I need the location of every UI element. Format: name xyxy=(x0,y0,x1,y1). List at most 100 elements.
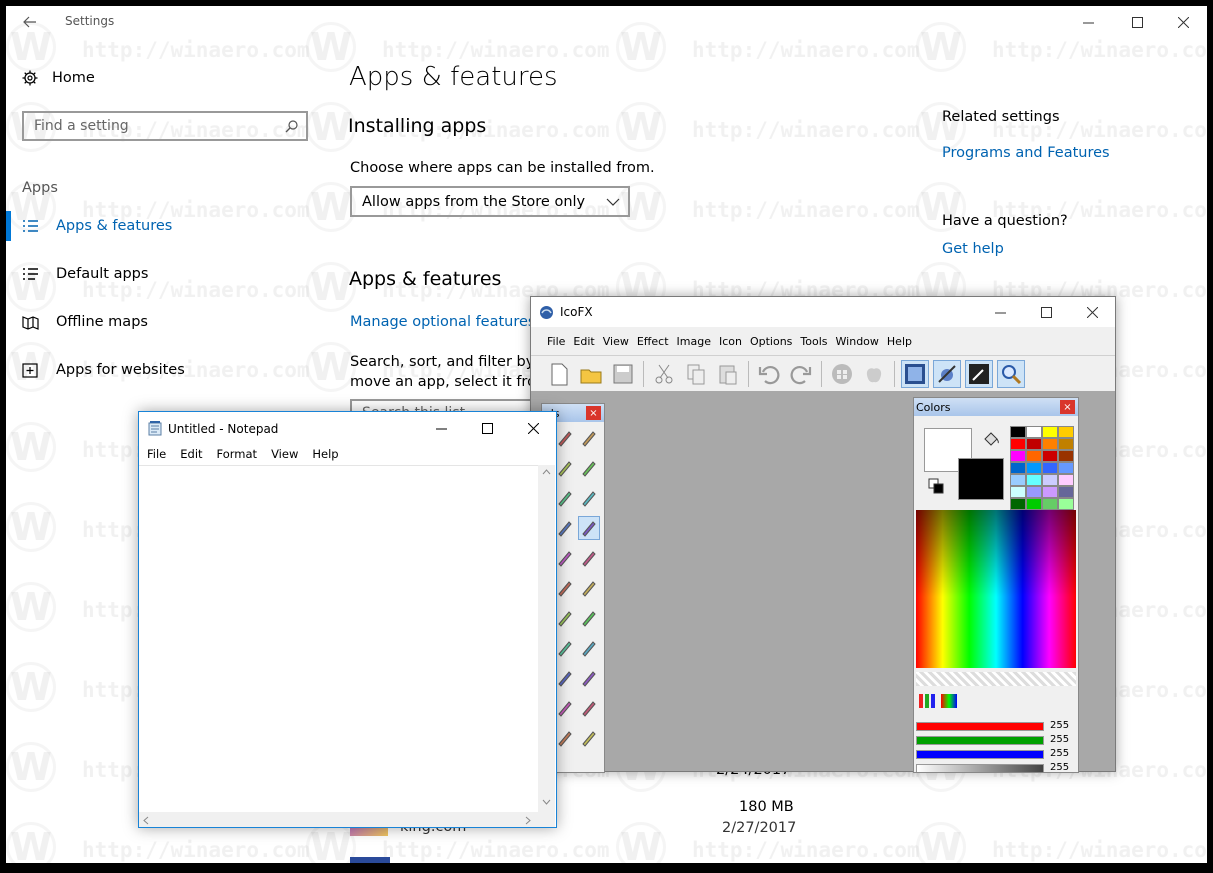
nav-item-default-apps[interactable]: Default apps xyxy=(6,254,306,294)
scroll-right-icon[interactable] xyxy=(525,816,531,825)
palette-swatch[interactable] xyxy=(1058,450,1074,462)
notepad-menu-help[interactable]: Help xyxy=(312,447,338,461)
scroll-down-icon[interactable] xyxy=(542,799,551,805)
secondary-color-swatch[interactable] xyxy=(958,458,1004,500)
manage-optional-features-link[interactable]: Manage optional features xyxy=(350,314,535,330)
home-nav-item[interactable]: Home xyxy=(6,62,306,94)
redo-button[interactable] xyxy=(787,360,815,388)
eraser-tool[interactable] xyxy=(578,456,600,480)
find-setting-search[interactable]: Find a setting xyxy=(22,111,308,141)
icofx-menu-view[interactable]: View xyxy=(603,335,629,351)
palette-swatch[interactable] xyxy=(1042,474,1058,486)
cut-button[interactable] xyxy=(650,360,678,388)
get-help-link[interactable]: Get help xyxy=(942,241,1004,257)
palette-swatch[interactable] xyxy=(1058,498,1074,510)
icofx-menu-icon[interactable]: Icon xyxy=(719,335,742,351)
icofx-minimize-button[interactable] xyxy=(977,297,1023,327)
alpha-strip[interactable] xyxy=(916,672,1076,686)
screen-capture-button[interactable] xyxy=(965,360,993,388)
icon-editor-button[interactable] xyxy=(901,360,929,388)
icofx-menu-file[interactable]: File xyxy=(547,335,565,351)
rgb-bars-icon[interactable] xyxy=(918,692,936,710)
icofx-close-button[interactable] xyxy=(1069,297,1115,327)
windows-logo-button[interactable] xyxy=(828,360,856,388)
extract-button[interactable] xyxy=(933,360,961,388)
palette-swatch[interactable] xyxy=(1042,438,1058,450)
tools-panel-close[interactable]: × xyxy=(586,406,601,420)
palette-swatch[interactable] xyxy=(1026,426,1042,438)
horizontal-scrollbar[interactable] xyxy=(139,812,538,827)
palette-swatch[interactable] xyxy=(1026,462,1042,474)
palette-swatch[interactable] xyxy=(1026,474,1042,486)
red-slider[interactable] xyxy=(916,722,1044,731)
brush-tool[interactable] xyxy=(554,516,576,540)
size-grip[interactable] xyxy=(538,812,555,827)
nav-item-offline-maps[interactable]: Offline maps xyxy=(6,302,306,342)
palette-swatch[interactable] xyxy=(1010,462,1026,474)
swap-colors-icon[interactable] xyxy=(928,478,946,496)
notepad-menu-file[interactable]: File xyxy=(147,447,166,461)
palette-swatch[interactable] xyxy=(1026,498,1042,510)
palette-swatch[interactable] xyxy=(1026,438,1042,450)
pencil-tool[interactable] xyxy=(578,516,600,540)
icofx-menu-effect[interactable]: Effect xyxy=(637,335,669,351)
palette-swatch[interactable] xyxy=(1042,450,1058,462)
close-button[interactable] xyxy=(1160,6,1206,38)
palette-swatch[interactable] xyxy=(1042,498,1058,510)
notepad-menu-format[interactable]: Format xyxy=(217,447,258,461)
programs-and-features-link[interactable]: Programs and Features xyxy=(942,145,1110,161)
nav-item-apps-features[interactable]: Apps & features xyxy=(6,206,306,246)
marquee-tool[interactable] xyxy=(554,426,576,450)
bucket-tool[interactable] xyxy=(554,486,576,510)
copy-button[interactable] xyxy=(682,360,710,388)
colors-panel-close[interactable]: × xyxy=(1060,400,1075,414)
scroll-up-icon[interactable] xyxy=(542,469,551,475)
open-folder-button[interactable] xyxy=(577,360,605,388)
fill-rect-tool[interactable] xyxy=(554,576,576,600)
dodge-tool[interactable] xyxy=(554,606,576,630)
notepad-menu-view[interactable]: View xyxy=(271,447,298,461)
save-button[interactable] xyxy=(609,360,637,388)
palette-swatch[interactable] xyxy=(1058,426,1074,438)
notepad-minimize-button[interactable] xyxy=(418,412,464,444)
redo-tool[interactable] xyxy=(578,726,600,750)
install-source-dropdown[interactable]: Allow apps from the Store only xyxy=(350,186,630,217)
palette-swatch[interactable] xyxy=(1010,486,1026,498)
palette-swatch[interactable] xyxy=(1010,438,1026,450)
notepad-menu-edit[interactable]: Edit xyxy=(180,447,202,461)
icofx-menu-options[interactable]: Options xyxy=(750,335,792,351)
apple-logo-button[interactable] xyxy=(860,360,888,388)
shape-tool[interactable] xyxy=(554,726,576,750)
nav-item-apps-for-websites[interactable]: Apps for websites xyxy=(6,350,306,390)
palette-swatch[interactable] xyxy=(1010,450,1026,462)
color-spectrum[interactable] xyxy=(916,510,1076,668)
palette-swatch[interactable] xyxy=(1026,486,1042,498)
maximize-button[interactable] xyxy=(1114,6,1160,38)
palette-swatch[interactable] xyxy=(1010,474,1026,486)
blur-tool[interactable] xyxy=(578,666,600,690)
palette-swatch[interactable] xyxy=(1010,426,1026,438)
picker-tool[interactable] xyxy=(554,636,576,660)
icofx-maximize-button[interactable] xyxy=(1023,297,1069,327)
palette-swatch[interactable] xyxy=(1042,462,1058,474)
minimize-button[interactable] xyxy=(1065,6,1111,38)
scroll-left-icon[interactable] xyxy=(143,816,149,825)
crop-tool[interactable] xyxy=(578,426,600,450)
paste-button[interactable] xyxy=(714,360,742,388)
alpha-slider[interactable] xyxy=(916,764,1044,772)
palette-swatch[interactable] xyxy=(1042,426,1058,438)
palette-swatch[interactable] xyxy=(1010,498,1026,510)
blue-slider[interactable] xyxy=(916,750,1044,759)
palette-swatch[interactable] xyxy=(1058,462,1074,474)
notepad-close-button[interactable] xyxy=(510,412,556,444)
icofx-menu-tools[interactable]: Tools xyxy=(800,335,827,351)
bulb-tool[interactable] xyxy=(554,666,576,690)
sharpen-tool[interactable] xyxy=(554,696,576,720)
new-file-button[interactable] xyxy=(545,360,573,388)
notepad-text-area[interactable] xyxy=(139,465,538,813)
text-tool[interactable] xyxy=(554,456,576,480)
spray-tool[interactable] xyxy=(578,486,600,510)
icofx-menu-window[interactable]: Window xyxy=(836,335,879,351)
rectangle-tool[interactable] xyxy=(578,546,600,570)
palette-swatch[interactable] xyxy=(1058,486,1074,498)
